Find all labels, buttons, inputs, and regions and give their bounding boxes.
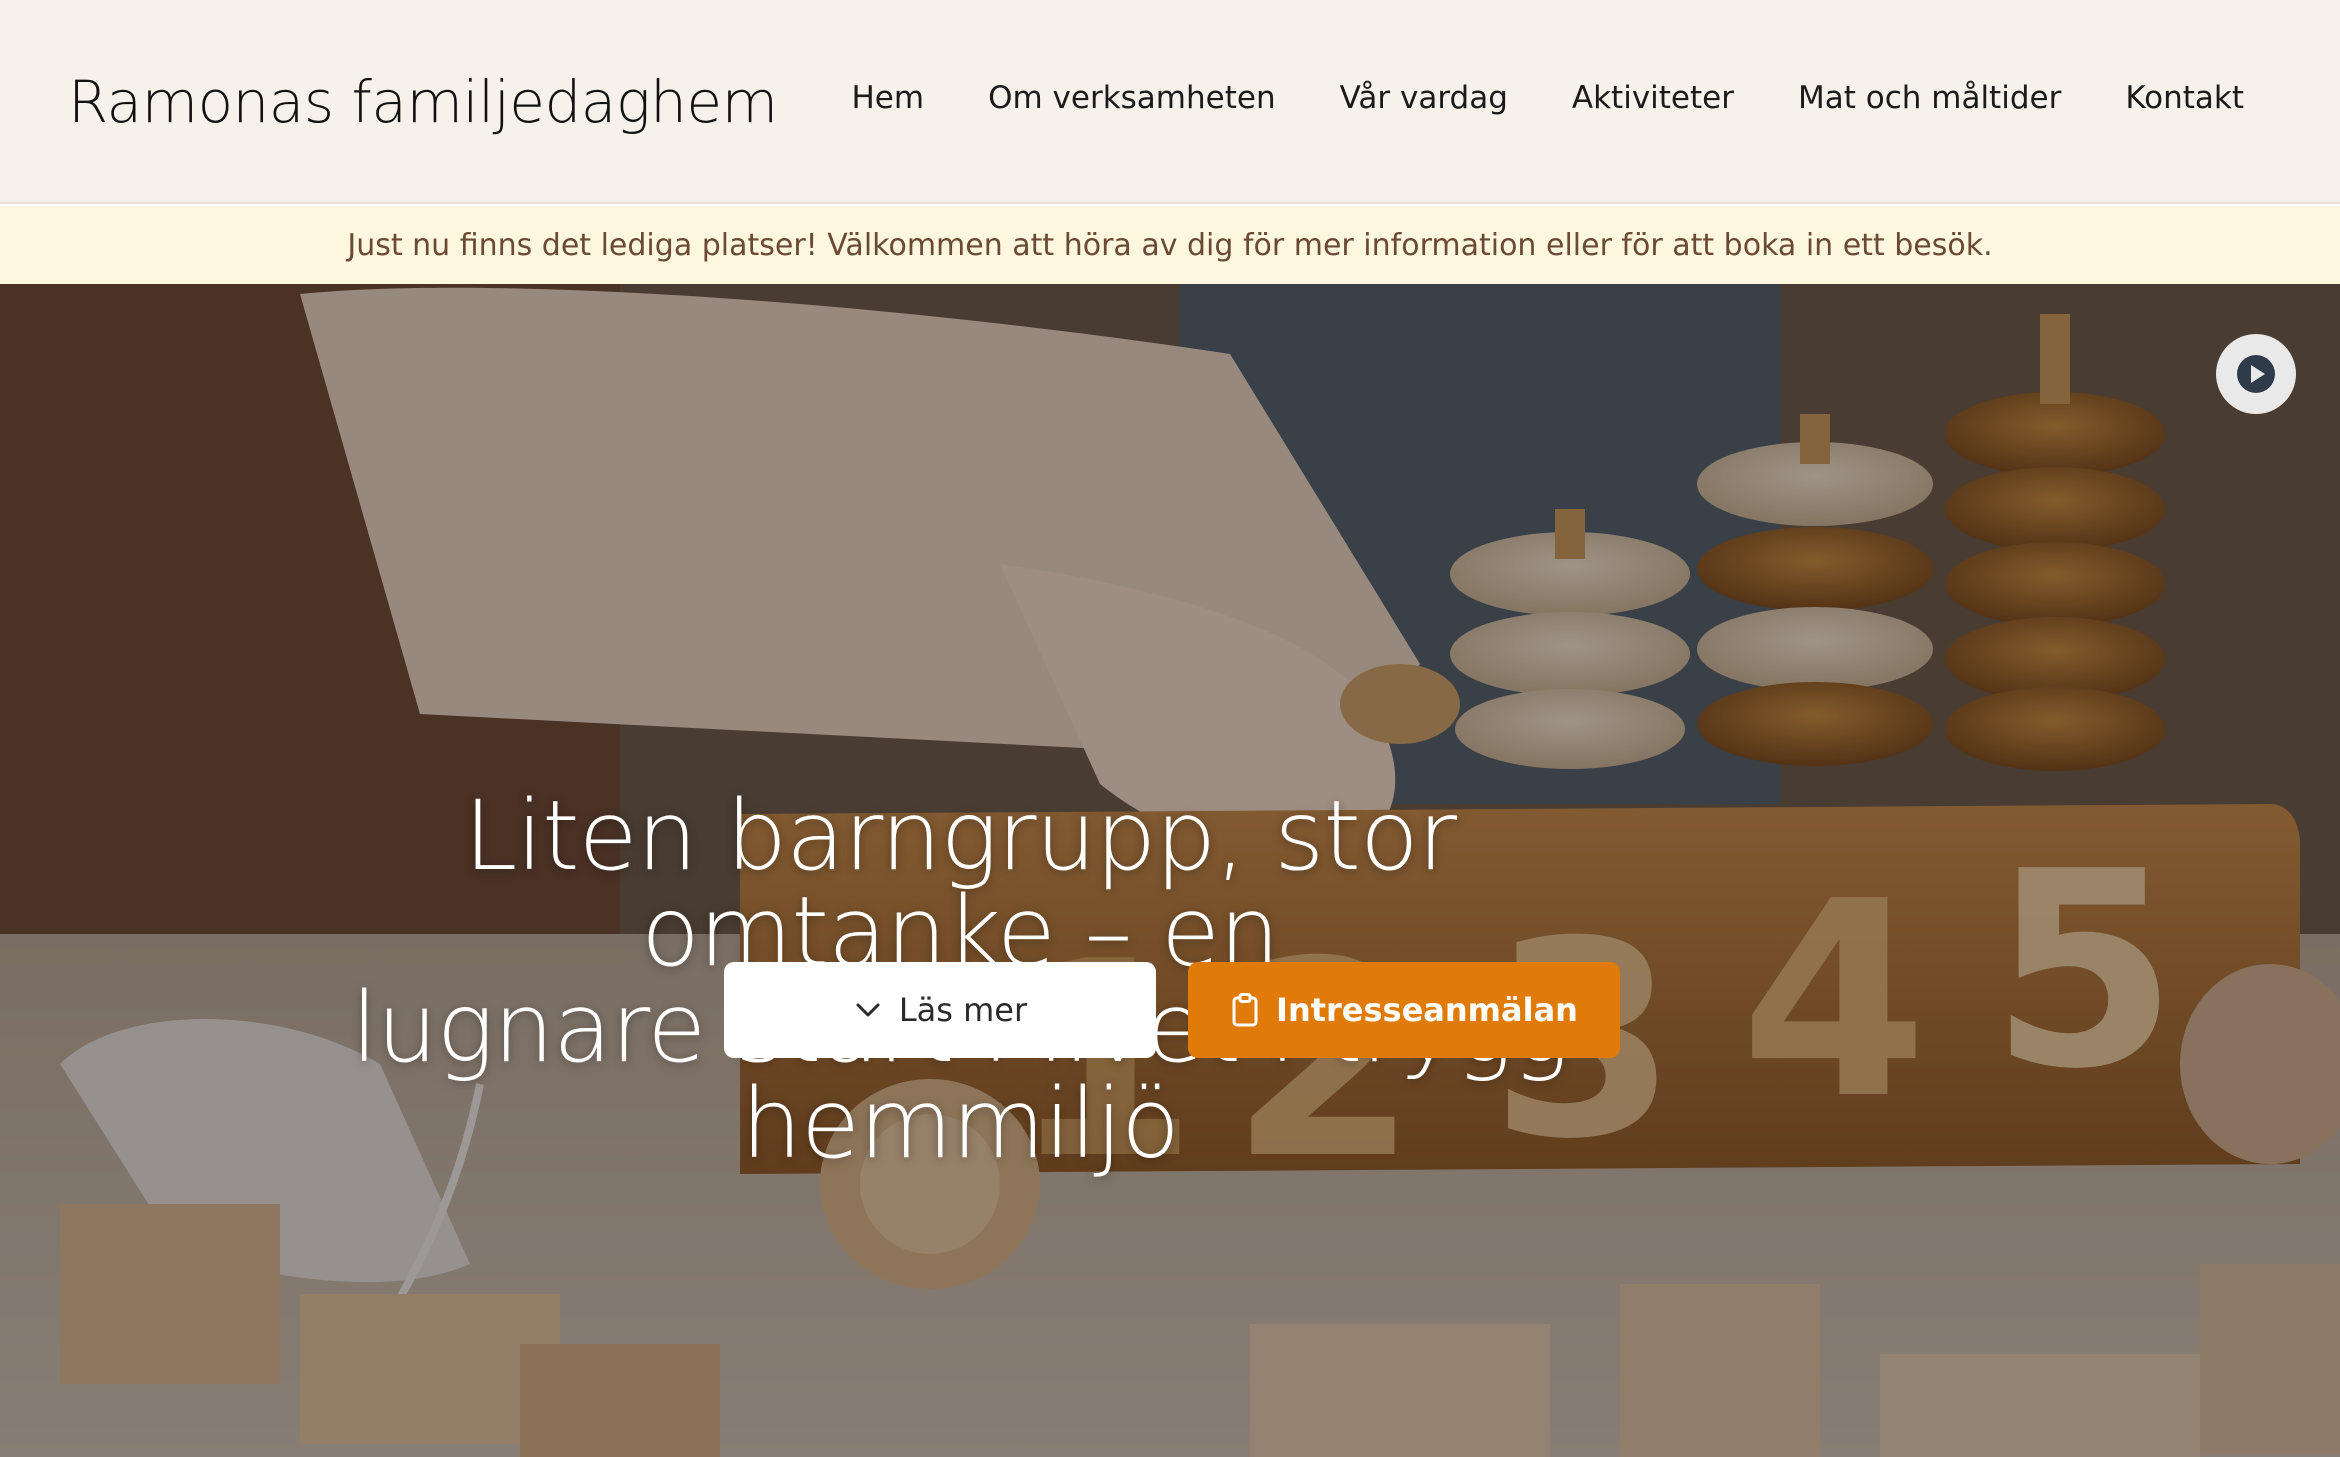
interest-registration-button[interactable]: Intresseanmälan xyxy=(1188,962,1620,1058)
nav-item-hem[interactable]: Hem xyxy=(851,80,924,116)
interest-registration-label: Intresseanmälan xyxy=(1276,991,1578,1029)
video-play-button[interactable] xyxy=(2216,334,2296,414)
site-header: Ramonas familjedaghem Hem Om verksamhete… xyxy=(0,0,2340,204)
banner-text: Just nu finns det lediga platser! Välkom… xyxy=(347,227,1993,263)
read-more-label: Läs mer xyxy=(898,991,1028,1029)
site-logo[interactable]: Ramonas familjedaghem xyxy=(68,68,778,136)
nav-item-mat-och-maltider[interactable]: Mat och måltider xyxy=(1798,80,2061,116)
nav-item-kontakt[interactable]: Kontakt xyxy=(2125,80,2244,116)
clipboard-icon xyxy=(1232,993,1258,1027)
hero-headline-line-1: Liten barngrupp, stor omtanke – en xyxy=(463,780,1457,989)
nav-item-var-vardag[interactable]: Vår vardag xyxy=(1340,80,1508,116)
availability-banner: Just nu finns det lediga platser! Välkom… xyxy=(0,206,2340,284)
main-nav: Hem Om verksamheten Vår vardag Aktivitet… xyxy=(851,80,2244,116)
read-more-button[interactable]: Läs mer xyxy=(724,962,1156,1058)
chevron-down-icon xyxy=(856,1003,880,1017)
nav-item-om-verksamheten[interactable]: Om verksamheten xyxy=(988,80,1276,116)
hero-section: 1 2 3 4 5 Liten barngrupp, stor omtanke … xyxy=(0,284,2340,1457)
nav-item-aktiviteter[interactable]: Aktiviteter xyxy=(1572,80,1734,116)
play-circle-icon xyxy=(2237,355,2275,393)
